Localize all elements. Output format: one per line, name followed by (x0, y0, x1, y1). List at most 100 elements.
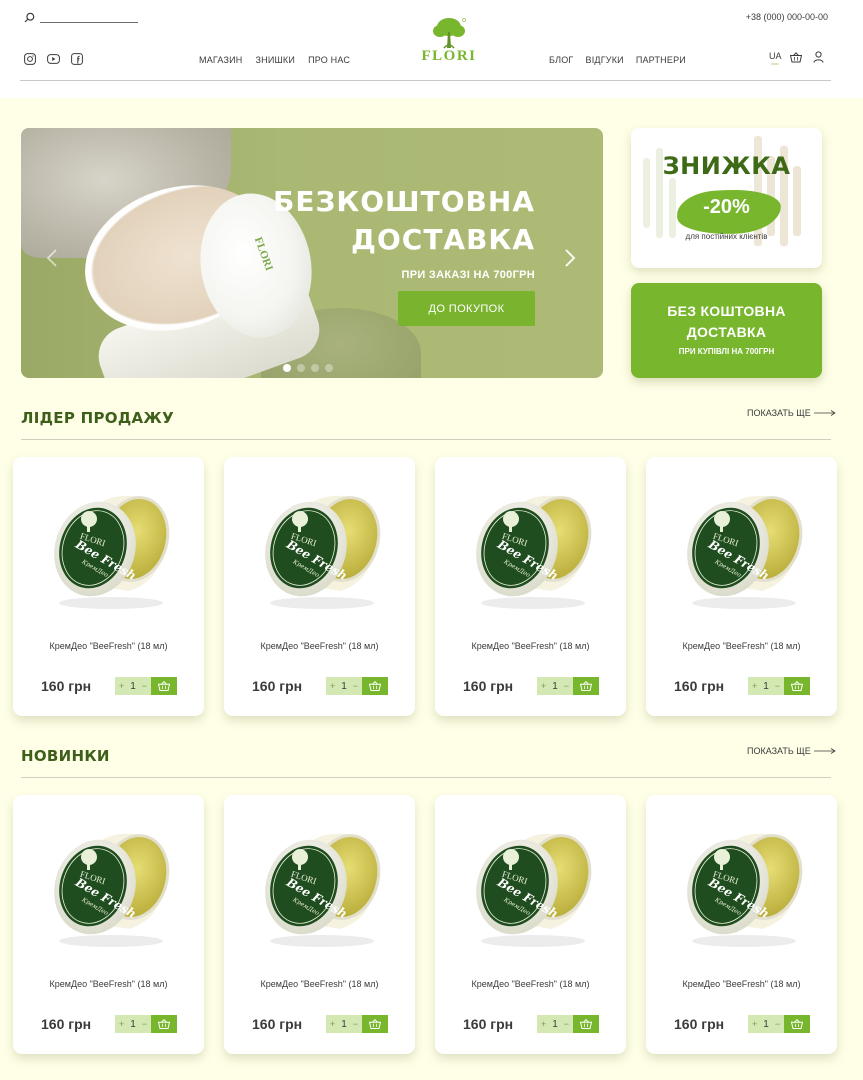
nav-reviews[interactable]: ВІДГУКИ (586, 55, 624, 65)
cart-icon (369, 681, 381, 691)
product-price: 160 грн (674, 678, 725, 694)
product-image[interactable]: FLORI Bee Fresh КремДео (465, 483, 601, 611)
quantity-decrease-button[interactable]: − (775, 681, 780, 691)
quantity-increase-button[interactable]: + (752, 681, 757, 691)
product-name[interactable]: КремДео "BeeFresh" (18 мл) (435, 641, 626, 651)
quantity-increase-button[interactable]: + (119, 681, 124, 691)
quantity-decrease-button[interactable]: − (775, 1019, 780, 1029)
quantity-increase-button[interactable]: + (541, 1019, 546, 1029)
add-to-cart-button[interactable] (362, 1015, 388, 1033)
quantity-increase-button[interactable]: + (330, 681, 335, 691)
quantity-increase-button[interactable]: + (330, 1019, 335, 1029)
product-name[interactable]: КремДео "BeeFresh" (18 мл) (224, 641, 415, 651)
product-card[interactable]: FLORI Bee Fresh КремДео КремДео "BeeFres… (13, 795, 204, 1054)
product-image[interactable]: FLORI Bee Fresh КремДео (676, 821, 812, 949)
instagram-icon[interactable] (24, 53, 36, 65)
product-name[interactable]: КремДео "BeeFresh" (18 мл) (224, 979, 415, 989)
nav-shop[interactable]: МАГАЗИН (199, 55, 242, 65)
new-arrivals-show-more[interactable]: ПОКАЗАТЬ ЩЕ (747, 746, 836, 756)
product-card[interactable]: FLORI Bee Fresh КремДео КремДео "BeeFres… (13, 457, 204, 716)
product-card[interactable]: FLORI Bee Fresh КремДео КремДео "BeeFres… (646, 795, 837, 1054)
section-divider (21, 777, 831, 778)
youtube-icon[interactable] (47, 53, 60, 65)
product-card[interactable]: FLORI Bee Fresh КремДео КремДео "BeeFres… (435, 795, 626, 1054)
slider-dot[interactable] (297, 364, 305, 372)
product-image[interactable]: FLORI Bee Fresh КремДео (254, 821, 390, 949)
slider-dot[interactable] (325, 364, 333, 372)
quantity-value[interactable]: 1 (763, 681, 769, 692)
delivery-title-line2: ДОСТАВКА (686, 324, 767, 340)
product-image[interactable]: FLORI Bee Fresh КремДео (43, 821, 179, 949)
quantity-value[interactable]: 1 (341, 1019, 347, 1030)
flori-logo[interactable]: FLORI (412, 16, 486, 70)
cart-icon (158, 681, 170, 691)
facebook-icon[interactable] (71, 53, 83, 65)
language-underline (771, 63, 779, 65)
quantity-value[interactable]: 1 (763, 1019, 769, 1030)
logo-wordmark: FLORI (421, 48, 477, 64)
product-image[interactable]: FLORI Bee Fresh КремДео (465, 821, 601, 949)
product-card[interactable]: FLORI Bee Fresh КремДео КремДео "BeeFres… (224, 795, 415, 1054)
quantity-value[interactable]: 1 (552, 681, 558, 692)
quantity-decrease-button[interactable]: − (142, 681, 147, 691)
product-name[interactable]: КремДео "BeeFresh" (18 мл) (13, 979, 204, 989)
product-card[interactable]: FLORI Bee Fresh КремДео КремДео "BeeFres… (224, 457, 415, 716)
add-to-cart-button[interactable] (784, 1015, 810, 1033)
cart-icon (580, 681, 592, 691)
delivery-title-line1: БЕЗ КОШТОВНА (667, 303, 786, 319)
quantity-decrease-button[interactable]: − (142, 1019, 147, 1029)
nav-discounts[interactable]: ЗНИШКИ (255, 55, 295, 65)
quantity-decrease-button[interactable]: − (564, 1019, 569, 1029)
phone-number[interactable]: +38 (000) 000-00-00 (746, 12, 828, 22)
quantity-value[interactable]: 1 (130, 681, 136, 692)
quantity-decrease-button[interactable]: − (353, 681, 358, 691)
product-name[interactable]: КремДео "BeeFresh" (18 мл) (646, 979, 837, 989)
quantity-increase-button[interactable]: + (541, 681, 546, 691)
chevron-right-icon[interactable] (564, 248, 576, 268)
product-name[interactable]: КремДео "BeeFresh" (18 мл) (646, 641, 837, 651)
delivery-title: БЕЗ КОШТОВНА ДОСТАВКА (631, 301, 822, 343)
product-image[interactable]: FLORI Bee Fresh КремДео (254, 483, 390, 611)
quantity-increase-button[interactable]: + (752, 1019, 757, 1029)
add-to-cart-button[interactable] (573, 677, 599, 695)
search-bar[interactable] (24, 12, 138, 26)
quantity-decrease-button[interactable]: − (353, 1019, 358, 1029)
product-card[interactable]: FLORI Bee Fresh КремДео КремДео "BeeFres… (646, 457, 837, 716)
product-image[interactable]: FLORI Bee Fresh КремДео (43, 483, 179, 611)
nav-about[interactable]: ПРО НАС (308, 55, 350, 65)
show-more-label: ПОКАЗАТЬ ЩЕ (747, 408, 811, 418)
language-switcher[interactable]: UA (769, 51, 782, 61)
site-header: +38 (000) 000-00-00 МАГАЗИН ЗНИШКИ ПРО Н… (0, 0, 863, 98)
search-input[interactable] (38, 12, 136, 26)
shop-now-button[interactable]: ДО ПОКУПОК (398, 291, 535, 326)
product-name[interactable]: КремДео "BeeFresh" (18 мл) (435, 979, 626, 989)
quantity-decrease-button[interactable]: − (564, 681, 569, 691)
product-card[interactable]: FLORI Bee Fresh КремДео КремДео "BeeFres… (435, 457, 626, 716)
add-to-cart-button[interactable] (573, 1015, 599, 1033)
quantity-value[interactable]: 1 (341, 681, 347, 692)
quantity-increase-button[interactable]: + (119, 1019, 124, 1029)
product-image[interactable]: FLORI Bee Fresh КремДео (676, 483, 812, 611)
add-to-cart-button[interactable] (151, 1015, 177, 1033)
nav-blog[interactable]: БЛОГ (549, 55, 574, 65)
quantity-value[interactable]: 1 (130, 1019, 136, 1030)
user-icon[interactable] (813, 51, 824, 63)
search-icon[interactable] (24, 12, 35, 23)
cart-icon[interactable] (790, 52, 802, 63)
slider-dot[interactable] (283, 364, 291, 372)
quantity-value[interactable]: 1 (552, 1019, 558, 1030)
free-delivery-promo-card[interactable]: БЕЗ КОШТОВНА ДОСТАВКА ПРИ КУПІВЛІ НА 700… (631, 283, 822, 378)
chevron-left-icon[interactable] (46, 248, 58, 268)
hero-slider[interactable]: FLORI БЕЗКОШТОВНА ДОСТАВКА ПРИ ЗАКАЗІ НА… (21, 128, 603, 378)
nav-partners[interactable]: ПАРТНЕРИ (636, 55, 686, 65)
add-to-cart-button[interactable] (784, 677, 810, 695)
social-links (24, 53, 83, 65)
product-name[interactable]: КремДео "BeeFresh" (18 мл) (13, 641, 204, 651)
add-to-cart-button[interactable] (151, 677, 177, 695)
cart-icon (580, 1019, 592, 1029)
show-more-label: ПОКАЗАТЬ ЩЕ (747, 746, 811, 756)
bestsellers-show-more[interactable]: ПОКАЗАТЬ ЩЕ (747, 408, 836, 418)
slider-dot[interactable] (311, 364, 319, 372)
add-to-cart-button[interactable] (362, 677, 388, 695)
discount-promo-card[interactable]: ЗНИЖКА -20% для постійних клієнтів (631, 128, 822, 268)
